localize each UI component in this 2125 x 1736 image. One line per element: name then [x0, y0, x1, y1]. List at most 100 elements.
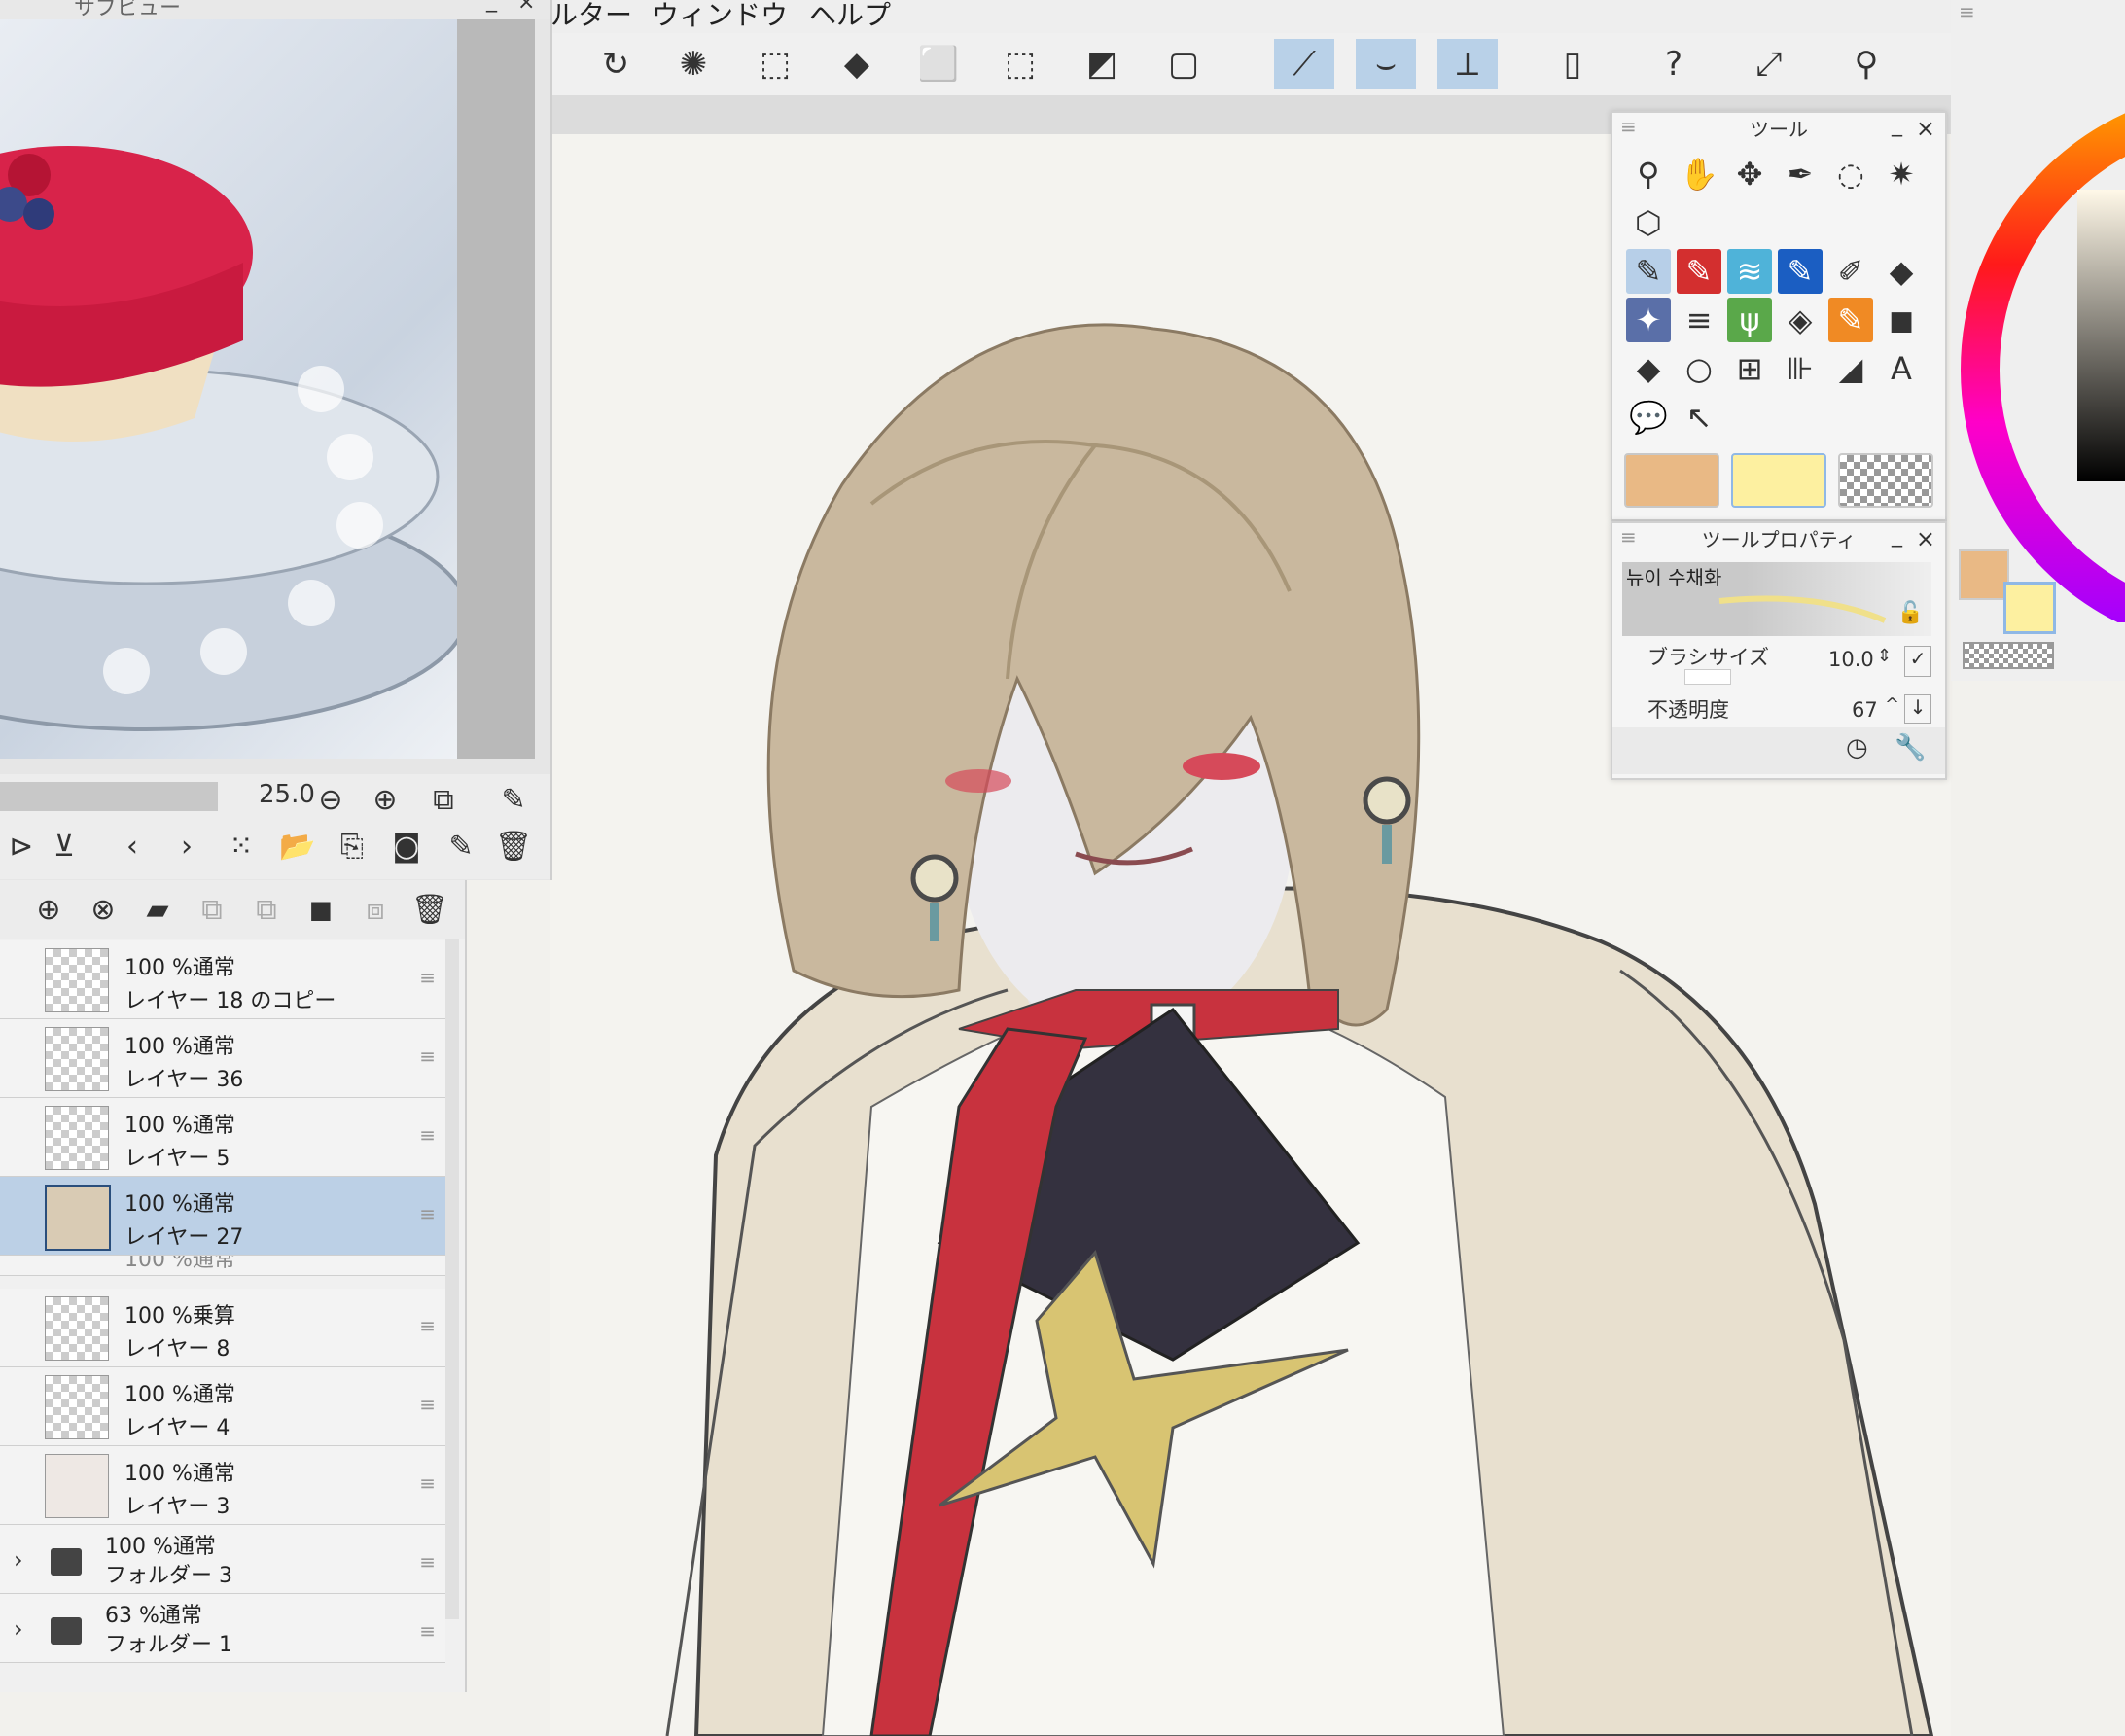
transparent-color-swatch[interactable]	[1838, 453, 1933, 508]
drag-handle-icon[interactable]: ≡	[419, 1393, 436, 1416]
main-color-swatch[interactable]	[1624, 453, 1719, 508]
object-select-icon[interactable]: ↖	[1677, 395, 1721, 440]
search-icon[interactable]: ⚲	[1836, 39, 1896, 89]
ruler-tool-icon[interactable]: ⊪	[1778, 346, 1823, 391]
reference-image[interactable]	[0, 19, 457, 759]
chevron-up-icon[interactable]: ^	[1885, 694, 1899, 715]
balloon-tool-icon[interactable]: 💬	[1626, 395, 1671, 440]
redo-icon[interactable]: ↻	[585, 39, 646, 89]
lock-icon[interactable]: 🔓	[1897, 601, 1924, 625]
main-color-chip[interactable]	[1959, 549, 2009, 600]
eraser-icon[interactable]: ◆	[1879, 249, 1924, 294]
minimize-icon[interactable]: _	[486, 0, 497, 13]
preview-scrollbar[interactable]	[457, 19, 535, 759]
import-icon[interactable]: ⎘	[331, 825, 373, 868]
sub-color-chip[interactable]	[2003, 582, 2056, 634]
folder-row[interactable]: › 63 %通常 フォルダー 1 ≡	[0, 1594, 445, 1663]
zoom-out-icon[interactable]: ⊖	[309, 778, 352, 821]
camera-icon[interactable]: ◙	[385, 825, 428, 868]
3d-object-icon[interactable]: ⬡	[1626, 200, 1671, 245]
selection-border-icon[interactable]: ▢	[1153, 39, 1214, 89]
text-tool-icon[interactable]: A	[1879, 346, 1924, 391]
previous-icon[interactable]: ‹	[111, 825, 154, 868]
copy-layer-icon[interactable]: ⧉	[191, 888, 233, 931]
wrench-icon[interactable]: 🔧	[1895, 733, 1926, 762]
fit-view-icon[interactable]: ⧉	[422, 778, 465, 821]
grid-icon[interactable]: ⁙	[220, 825, 263, 868]
layer-row[interactable]: 100 %通常 レイヤー 3 ≡	[0, 1446, 445, 1525]
drag-handle-icon[interactable]: ≡	[419, 1314, 436, 1337]
layer-row-partial[interactable]: 100 %通常	[0, 1256, 445, 1276]
minimize-icon[interactable]: _	[1892, 113, 1902, 137]
decoration-tool-icon[interactable]: ✦	[1626, 298, 1671, 342]
zoom-tool-icon[interactable]: ⚲	[1626, 152, 1671, 196]
fullscreen-icon[interactable]: ⤢	[1739, 39, 1799, 89]
drag-handle-icon[interactable]: ≡	[419, 1619, 436, 1643]
menu-filter[interactable]: ルター	[550, 0, 632, 33]
zoom-in-icon[interactable]: ⊕	[364, 778, 407, 821]
brush-size-value[interactable]: 10.0	[1828, 648, 1874, 671]
layer-row[interactable]: 100 %通常 レイヤー 4 ≡	[0, 1367, 445, 1446]
menu-window[interactable]: ウィンドウ	[652, 0, 788, 33]
pen-tool-icon[interactable]: ✎	[1626, 249, 1671, 294]
chevron-right-icon[interactable]: ›	[14, 1546, 23, 1574]
edit-icon[interactable]: ✎	[440, 825, 482, 868]
checkbox-icon[interactable]: ✓	[1904, 646, 1931, 677]
gradient-tool-icon[interactable]: ◼	[1879, 298, 1924, 342]
deselect-icon[interactable]: ⬚	[990, 39, 1050, 89]
trash-icon[interactable]: 🗑	[492, 825, 535, 868]
transparent-chip[interactable]	[1963, 642, 2054, 669]
folder-row[interactable]: › 100 %通常 フォルダー 3 ≡	[0, 1525, 445, 1594]
reset-icon[interactable]: ◷	[1846, 733, 1868, 762]
layer-mask-icon[interactable]: ◼	[300, 888, 342, 931]
drag-handle-icon[interactable]: ≡	[419, 1123, 436, 1147]
close-icon[interactable]: ×	[517, 0, 535, 15]
blend-tool-icon[interactable]: ◈	[1778, 298, 1823, 342]
new-raster-layer-icon[interactable]: ⊕	[27, 888, 70, 931]
eyedropper-tool-icon[interactable]: ✒	[1778, 152, 1823, 196]
figure-tool-icon[interactable]: ○	[1677, 346, 1721, 391]
sub-color-swatch[interactable]	[1731, 453, 1826, 508]
snap-special-ruler-icon[interactable]: ⌣	[1356, 39, 1416, 89]
help-icon[interactable]: ?	[1644, 39, 1704, 89]
drag-handle-icon[interactable]: ≡	[419, 1550, 436, 1574]
eyedropper-icon[interactable]: ✎	[492, 778, 535, 821]
minimize-icon[interactable]: _	[1892, 523, 1902, 548]
brush-tool-icon[interactable]: ≋	[1727, 249, 1772, 294]
lasso-tool-icon[interactable]: ◌	[1828, 152, 1873, 196]
layer-scrollbar[interactable]	[445, 939, 459, 1619]
marker-tool-icon[interactable]: ✎	[1828, 298, 1873, 342]
close-icon[interactable]: ×	[1916, 525, 1935, 552]
next-icon[interactable]: ›	[165, 825, 208, 868]
merge-layer-icon[interactable]: ⧉	[245, 888, 288, 931]
new-folder-icon[interactable]: ▰	[136, 888, 179, 931]
snap-grid-icon[interactable]: ⟂	[1437, 39, 1498, 89]
chevron-right-icon[interactable]: ›	[14, 1615, 23, 1643]
layer-row[interactable]: 100 %通常 レイヤー 18 のコピー ≡	[0, 940, 445, 1019]
watercolor-tool-icon[interactable]: ✎	[1778, 249, 1823, 294]
delete-layer-icon[interactable]: 🗑	[408, 888, 451, 931]
line-tool-icon[interactable]: ◢	[1828, 346, 1873, 391]
opacity-value[interactable]: 67	[1852, 698, 1878, 722]
select-all-icon[interactable]: ⬚	[745, 39, 805, 89]
new-vector-layer-icon[interactable]: ⊗	[82, 888, 124, 931]
panel-grip-icon[interactable]: ≡	[1959, 0, 1975, 23]
snap-ruler-icon[interactable]: ⟋	[1274, 39, 1334, 89]
flip-vertical-icon[interactable]: ⊻	[43, 825, 86, 868]
fill-tool-icon[interactable]: ◆	[1626, 346, 1671, 391]
drag-handle-icon[interactable]: ≡	[419, 1471, 436, 1495]
drag-handle-icon[interactable]: ≡	[419, 1202, 436, 1225]
move-tool-icon[interactable]: ✥	[1727, 152, 1772, 196]
drag-handle-icon[interactable]: ≡	[419, 966, 436, 989]
layer-row-selected[interactable]: 100 %通常 レイヤー 27 ≡	[0, 1177, 445, 1256]
lines-tool-icon[interactable]: ≡	[1677, 298, 1721, 342]
layer-row[interactable]: 100 %乗算 レイヤー 8 ≡	[0, 1289, 445, 1367]
frame-tool-icon[interactable]: ⊞	[1727, 346, 1772, 391]
pencil-tool-icon[interactable]: ✎	[1677, 249, 1721, 294]
close-icon[interactable]: ×	[1916, 115, 1935, 142]
invert-selection-icon[interactable]: ◩	[1072, 39, 1132, 89]
airbrush-icon[interactable]: ✐	[1828, 249, 1873, 294]
grass-brush-icon[interactable]: ψ	[1727, 298, 1772, 342]
flip-horizontal-icon[interactable]: ⊳	[0, 825, 43, 868]
drag-handle-icon[interactable]: ≡	[419, 1045, 436, 1068]
